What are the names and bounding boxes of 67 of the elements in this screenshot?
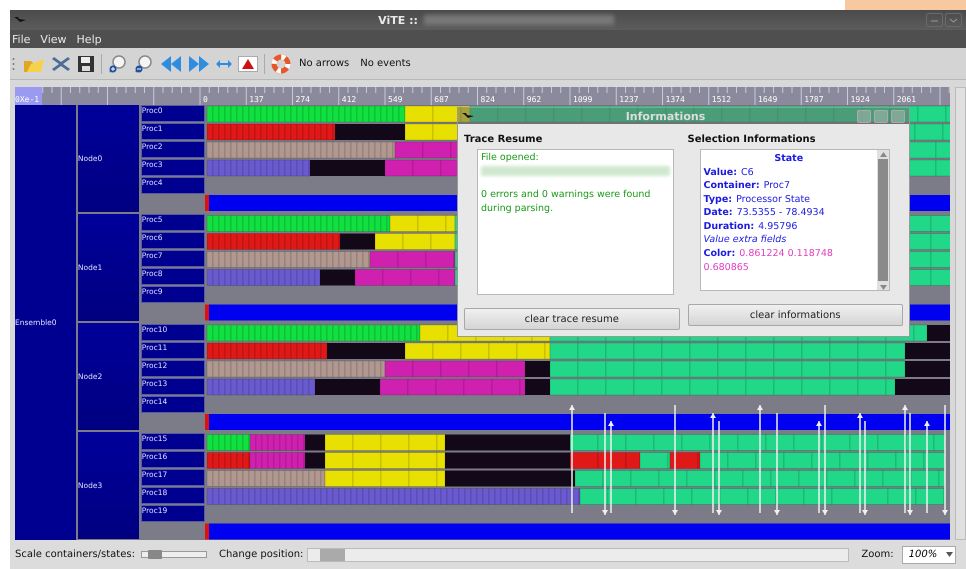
ruler-label: 1649	[758, 95, 778, 104]
menu-item[interactable]: Help	[76, 32, 102, 46]
info-field: Date: 73.5355 - 78.4934	[704, 206, 874, 220]
zoom-label: Zoom:	[861, 549, 894, 560]
ruler-label: 824	[480, 95, 495, 104]
ruler-label: 1787	[804, 95, 824, 104]
app-icon	[462, 112, 474, 120]
ruler-label: 274	[296, 95, 310, 104]
ruler-label: 687	[434, 95, 449, 104]
info-field: Type: Processor State	[704, 192, 874, 206]
minimize-button[interactable]	[926, 13, 943, 27]
vertical-scrollbar[interactable]	[955, 87, 966, 540]
ruler-label: 962	[526, 95, 542, 104]
maximize-button[interactable]	[874, 110, 888, 122]
section-heading: Trace Resume	[464, 134, 544, 145]
slider-thumb[interactable]	[148, 550, 162, 559]
double-arrow-icon[interactable]	[216, 58, 232, 68]
scroll-up-icon[interactable]	[880, 152, 886, 157]
ruler-label: 1512	[712, 95, 732, 104]
window-title: ViTE ::	[378, 14, 418, 26]
ruler-label: 1099	[573, 95, 592, 104]
close-icon[interactable]	[51, 54, 71, 72]
lifebuoy-icon[interactable]	[271, 54, 291, 74]
info-note: Value extra fields	[704, 233, 788, 248]
menu-item[interactable]: File	[12, 32, 30, 46]
rewind-icon[interactable]	[160, 54, 182, 72]
ruler-label: 0	[203, 95, 208, 104]
parse-message: 0 errors and 0 warnings were found during parsing.	[481, 188, 652, 216]
grip-icon	[12, 56, 15, 70]
scroll-down-icon[interactable]	[880, 285, 886, 290]
zoom-in-icon[interactable]	[108, 54, 128, 74]
file-opened-label: File opened:	[481, 152, 540, 163]
ruler-label: 1374	[666, 95, 685, 104]
info-title: State	[773, 152, 804, 166]
menu-item[interactable]: View	[40, 32, 67, 46]
info-field: Color: 0.861224 0.118748 0.680865	[704, 247, 874, 274]
save-icon[interactable]	[77, 54, 95, 72]
minimize-button[interactable]	[857, 110, 871, 122]
ruler-label: 412	[342, 95, 356, 104]
ruler-label: 2061	[896, 95, 916, 104]
dialog-title: Informations	[624, 110, 706, 122]
zoom-value: 100%	[908, 549, 938, 560]
info-field: Duration: 4.95796	[704, 220, 874, 234]
zoom-out-icon[interactable]	[134, 54, 154, 74]
position-scrollbar[interactable]	[307, 548, 850, 562]
app-icon	[14, 16, 26, 24]
section-heading: Selection Informations	[688, 134, 817, 145]
toolbar-toggle[interactable]: No arrows	[299, 58, 350, 69]
caret-icon	[946, 552, 953, 557]
ruler-label: 1924	[850, 95, 870, 104]
clear-informations-button[interactable]: clear informations	[688, 304, 903, 326]
ruler-label: 1237	[619, 95, 639, 104]
scale-slider[interactable]	[140, 551, 207, 558]
ruler-label: 0Xe-1	[15, 87, 42, 105]
maximize-button[interactable]	[945, 13, 962, 27]
vertical-scrollbar[interactable]	[877, 150, 889, 290]
info-field: Value: C6	[704, 166, 874, 180]
ruler-label: 549	[388, 95, 402, 104]
toolbar-toggle[interactable]: No events	[360, 58, 411, 69]
scale-label: Scale containers/states:	[15, 549, 135, 560]
close-button[interactable]	[891, 110, 905, 122]
ruler-label: 137	[249, 95, 264, 104]
clear-trace-resume-button[interactable]: clear trace resume	[464, 308, 680, 330]
position-label: Change position:	[218, 549, 304, 560]
zoom-combobox[interactable]: 100%	[902, 546, 956, 564]
info-field: Container: Proc7	[704, 179, 874, 193]
fast-forward-icon[interactable]	[188, 54, 210, 72]
